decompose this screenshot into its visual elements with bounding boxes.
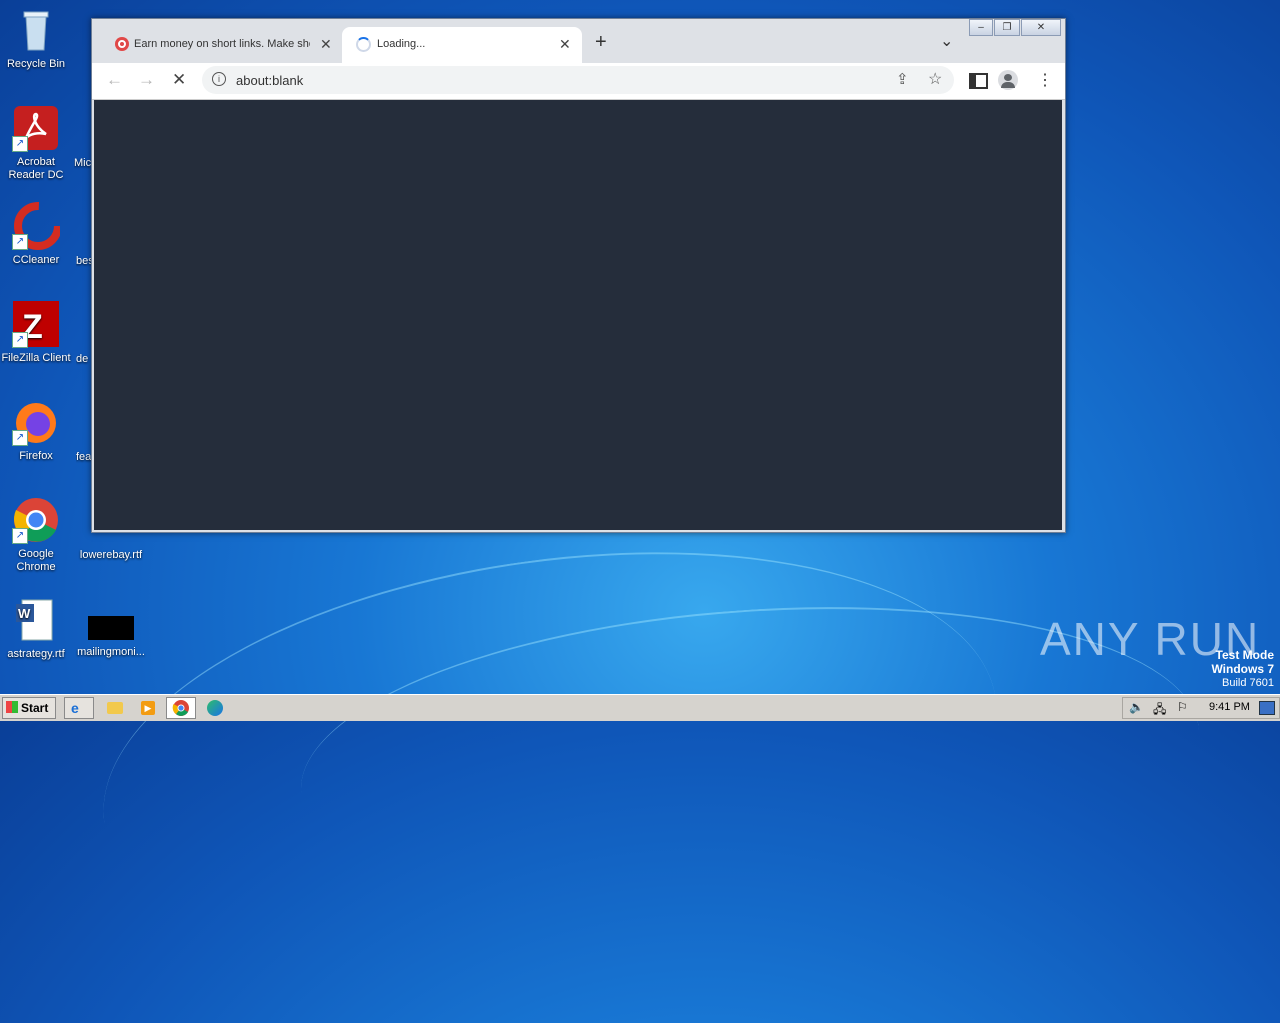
bookmark-star-icon[interactable]: ☆	[928, 69, 942, 89]
taskbar-edge-button[interactable]	[200, 697, 230, 719]
tab-close-button[interactable]: ✕	[559, 36, 571, 53]
close-window-button[interactable]: ✕	[1021, 19, 1061, 36]
share-icon[interactable]: ⇪	[896, 70, 909, 88]
new-tab-button[interactable]: +	[595, 31, 607, 54]
tab-title: Earn money on short links. Make sho	[134, 38, 310, 50]
desktop-icon-label: Google Chrome	[16, 548, 56, 573]
tab-strip: Earn money on short links. Make sho ✕ Lo…	[92, 19, 1065, 63]
tab-title: Loading...	[377, 38, 426, 50]
chrome-icon: ↗	[12, 496, 60, 544]
desktop-icon-recycle-bin[interactable]: Recycle Bin	[0, 6, 72, 71]
forward-arrow-icon[interactable]: →	[138, 70, 155, 90]
desktop-icon-label: Acrobat Reader DC	[8, 156, 64, 181]
info-icon[interactable]: i	[212, 72, 226, 86]
desktop-icon-label: CCleaner	[12, 254, 60, 266]
shortcut-arrow-icon: ↗	[12, 430, 28, 446]
restore-button[interactable]: ❐	[994, 19, 1020, 36]
menu-kebab-icon[interactable]: ⋮	[1037, 70, 1053, 90]
shortcut-arrow-icon: ↗	[12, 332, 28, 348]
black-thumbnail-icon	[88, 616, 134, 640]
loading-spinner-icon	[356, 37, 371, 52]
recycle-bin-icon	[12, 6, 60, 54]
side-panel-icon[interactable]	[969, 73, 988, 89]
edge-icon	[207, 700, 223, 716]
stop-loading-icon[interactable]: ✕	[172, 70, 186, 90]
ccleaner-icon: ↗	[12, 202, 62, 250]
browser-toolbar: ← → ✕ i about:blank ⇪ ☆ ⋮	[92, 63, 1065, 100]
firefox-icon: ↗	[12, 398, 60, 446]
volume-icon[interactable]: 🔈	[1129, 700, 1144, 714]
desktop-icon-filezilla[interactable]: Z ↗ FileZilla Client	[0, 300, 72, 365]
chrome-icon	[172, 700, 189, 716]
desktop-icon-label: Recycle Bin	[6, 58, 66, 70]
desktop-icon-ccleaner[interactable]: ↗ CCleaner	[0, 202, 72, 267]
back-arrow-icon[interactable]: ←	[106, 70, 123, 90]
start-button[interactable]: Start	[2, 697, 56, 719]
chrome-window: Earn money on short links. Make sho ✕ Lo…	[91, 18, 1066, 533]
show-desktop-icon[interactable]	[1259, 701, 1275, 715]
address-bar[interactable]: i about:blank ⇪ ☆	[202, 66, 954, 94]
tab-loading[interactable]: Loading... ✕	[342, 27, 582, 63]
shortcut-arrow-icon: ↗	[12, 136, 28, 152]
test-mode-notice: Test Mode Windows 7 Build 7601	[1211, 648, 1274, 689]
acrobat-icon: ↗	[12, 104, 60, 152]
tab-search-button[interactable]: ⌄	[940, 31, 953, 51]
taskbar-explorer-button[interactable]	[100, 697, 130, 719]
taskbar: Start e ▶ 🔈 🖧 ⚐ 9:41 PM	[0, 694, 1280, 721]
desktop-icon-firefox[interactable]: ↗ Firefox	[0, 398, 72, 463]
desktop-icon-mailingmoni[interactable]: mailingmoni...	[75, 616, 147, 659]
desktop-icon-astrategy[interactable]: W astrategy.rtf	[0, 596, 72, 661]
minimize-button[interactable]: –	[969, 19, 993, 36]
desktop-icon-label: FileZilla Client	[1, 352, 71, 364]
profile-avatar-icon[interactable]	[998, 70, 1018, 90]
tab-favicon-icon	[115, 37, 129, 51]
folder-icon	[107, 702, 123, 714]
taskbar-chrome-button[interactable]	[166, 697, 196, 719]
windows-logo-icon	[6, 701, 18, 713]
action-center-flag-icon[interactable]: ⚐	[1177, 700, 1188, 714]
address-text[interactable]: about:blank	[236, 73, 303, 88]
desktop-icon-acrobat[interactable]: ↗ Acrobat Reader DC	[0, 104, 72, 182]
desktop-icon-chrome[interactable]: ↗ Google Chrome	[0, 496, 72, 574]
start-label: Start	[21, 701, 49, 715]
desktop-icon-label: astrategy.rtf	[7, 648, 65, 660]
shortcut-arrow-icon: ↗	[12, 234, 28, 250]
desktop-icon-label: mailingmoni...	[77, 646, 145, 658]
system-tray: 🔈 🖧 ⚐ 9:41 PM	[1122, 697, 1280, 719]
desktop-icon-label: Firefox	[19, 450, 53, 462]
word-doc-icon: W	[12, 596, 60, 644]
media-player-icon: ▶	[141, 701, 155, 715]
network-icon[interactable]: 🖧	[1153, 700, 1166, 721]
filezilla-icon: Z ↗	[12, 300, 60, 348]
desktop-icon-label: lowerebay.rtf	[79, 549, 143, 561]
svg-text:W: W	[18, 606, 31, 621]
page-content-area[interactable]	[94, 100, 1062, 530]
desktop-icon-lowerebay[interactable]: lowerebay.rtf	[75, 549, 147, 562]
internet-explorer-icon: e	[71, 700, 79, 716]
shortcut-arrow-icon: ↗	[12, 528, 28, 544]
clock[interactable]: 9:41 PM	[1209, 701, 1250, 713]
tab-earn-money[interactable]: Earn money on short links. Make sho ✕	[98, 27, 342, 63]
tab-close-button[interactable]: ✕	[320, 36, 332, 53]
taskbar-media-button[interactable]: ▶	[134, 697, 164, 719]
taskbar-ie-button[interactable]: e	[64, 697, 94, 719]
